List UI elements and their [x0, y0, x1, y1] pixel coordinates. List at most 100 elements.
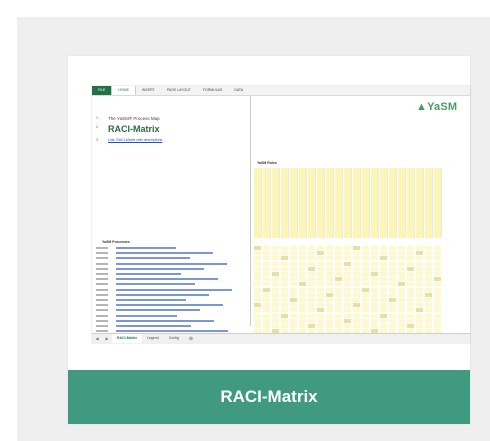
raci-cell — [398, 313, 405, 318]
process-id-placeholder — [96, 267, 108, 270]
row-number: 3 — [96, 138, 98, 142]
raci-cell — [362, 266, 369, 271]
role-column-header — [326, 168, 334, 238]
raci-cell — [299, 256, 306, 261]
logo-text: YaSM — [427, 101, 458, 113]
raci-cell — [308, 277, 315, 282]
raci-cell — [389, 261, 396, 266]
sheet-tab-legend[interactable]: Legend — [142, 334, 164, 343]
raci-cell — [335, 251, 342, 256]
raci-cell — [353, 318, 360, 323]
raci-cell — [353, 277, 360, 282]
raci-cell — [326, 261, 333, 266]
raci-cell — [326, 277, 333, 282]
raci-cell — [263, 298, 270, 302]
raci-cell — [326, 324, 333, 328]
spreadsheet-thumbnail[interactable]: FILE HOME INSERT PAGE LAYOUT FORMULAS DATA 1 … — [92, 86, 470, 343]
raci-cell — [326, 256, 333, 261]
raci-cell — [254, 261, 261, 266]
raci-cell — [272, 277, 279, 282]
raci-cell — [254, 324, 261, 328]
raci-cell — [371, 256, 378, 261]
raci-cell — [371, 303, 378, 308]
raci-cell — [362, 318, 369, 323]
raci-cell — [380, 287, 387, 292]
add-sheet-icon[interactable]: ⊕ — [184, 336, 198, 342]
raci-cell — [281, 303, 288, 308]
raci-cell — [407, 308, 414, 313]
caption-bar[interactable]: RACI-Matrix — [68, 370, 470, 424]
role-column-header — [317, 168, 325, 238]
raci-cell — [254, 266, 261, 271]
raci-cell — [362, 292, 369, 297]
process-name-placeholder — [116, 278, 218, 281]
ribbon-tab-data[interactable]: DATA — [228, 86, 249, 95]
role-column-header — [416, 168, 424, 238]
process-name-placeholder — [116, 257, 190, 260]
row-number: 2 — [96, 125, 98, 129]
raci-cell — [290, 308, 297, 313]
raci-cell — [272, 308, 279, 313]
raci-cell — [317, 303, 324, 308]
raci-cell — [290, 324, 297, 328]
raci-cell — [416, 251, 423, 256]
raci-cell — [317, 266, 324, 271]
raci-cell — [362, 298, 369, 302]
raci-cell — [308, 303, 315, 308]
ribbon-tab-insert[interactable]: INSERT — [136, 86, 161, 95]
raci-cell — [344, 246, 351, 250]
raci-cell — [272, 303, 279, 308]
sheet-tab-config[interactable]: Config — [164, 334, 184, 343]
raci-cell — [299, 287, 306, 292]
raci-cell — [398, 308, 405, 313]
raci-cell — [425, 256, 432, 261]
ribbon-tab-formulas[interactable]: FORMULAS — [197, 86, 228, 95]
next-sheet-icon[interactable]: ▶ — [102, 336, 112, 341]
raci-cell — [335, 272, 342, 276]
raci-cell — [371, 251, 378, 256]
raci-cell — [290, 266, 297, 271]
role-column-header — [371, 168, 379, 238]
raci-cell — [434, 277, 441, 282]
ribbon-tabs: FILE HOME INSERT PAGE LAYOUT FORMULAS DATA — [92, 86, 470, 96]
raci-cell — [407, 246, 414, 250]
raci-cell — [371, 308, 378, 313]
raci-cell — [398, 303, 405, 308]
ribbon-tab-home[interactable]: HOME — [111, 86, 136, 95]
sheet-tab-raci-matrix[interactable]: RACI-Matrix — [112, 333, 143, 343]
raci-cell — [389, 251, 396, 256]
raci-cell — [335, 277, 342, 282]
raci-cell — [344, 313, 351, 318]
raci-cell — [380, 318, 387, 323]
raci-cell — [308, 251, 315, 256]
raci-cell — [425, 298, 432, 302]
raci-cell — [308, 318, 315, 323]
raci-cell — [254, 256, 261, 261]
raci-cell — [272, 256, 279, 261]
raci-cell — [299, 308, 306, 313]
raci-cell — [263, 261, 270, 266]
raci-cell — [398, 318, 405, 323]
raci-cell — [362, 251, 369, 256]
ribbon-tab-file[interactable]: FILE — [92, 86, 112, 95]
raci-cell — [326, 272, 333, 276]
raci-cell — [308, 313, 315, 318]
process-id-placeholder — [96, 273, 108, 275]
raci-cell — [362, 282, 369, 287]
raci-cell — [254, 303, 261, 308]
ribbon-tab-page-layout[interactable]: PAGE LAYOUT — [161, 86, 197, 95]
role-column-header — [398, 168, 406, 238]
raci-card[interactable]: FILE HOME INSERT PAGE LAYOUT FORMULAS DATA 1 … — [68, 56, 470, 424]
raci-cell — [299, 266, 306, 271]
raci-cell — [299, 251, 306, 256]
raci-cell — [416, 313, 423, 318]
raci-cell — [353, 261, 360, 266]
raci-cell — [362, 287, 369, 292]
raci-cell — [425, 277, 432, 282]
raci-cell — [299, 324, 306, 328]
process-id-placeholder — [96, 283, 108, 286]
prev-sheet-icon[interactable]: ◀ — [92, 336, 102, 341]
raci-cell — [380, 313, 387, 318]
raci-cell — [272, 287, 279, 292]
roles-heading: YaSM Roles — [257, 161, 277, 165]
